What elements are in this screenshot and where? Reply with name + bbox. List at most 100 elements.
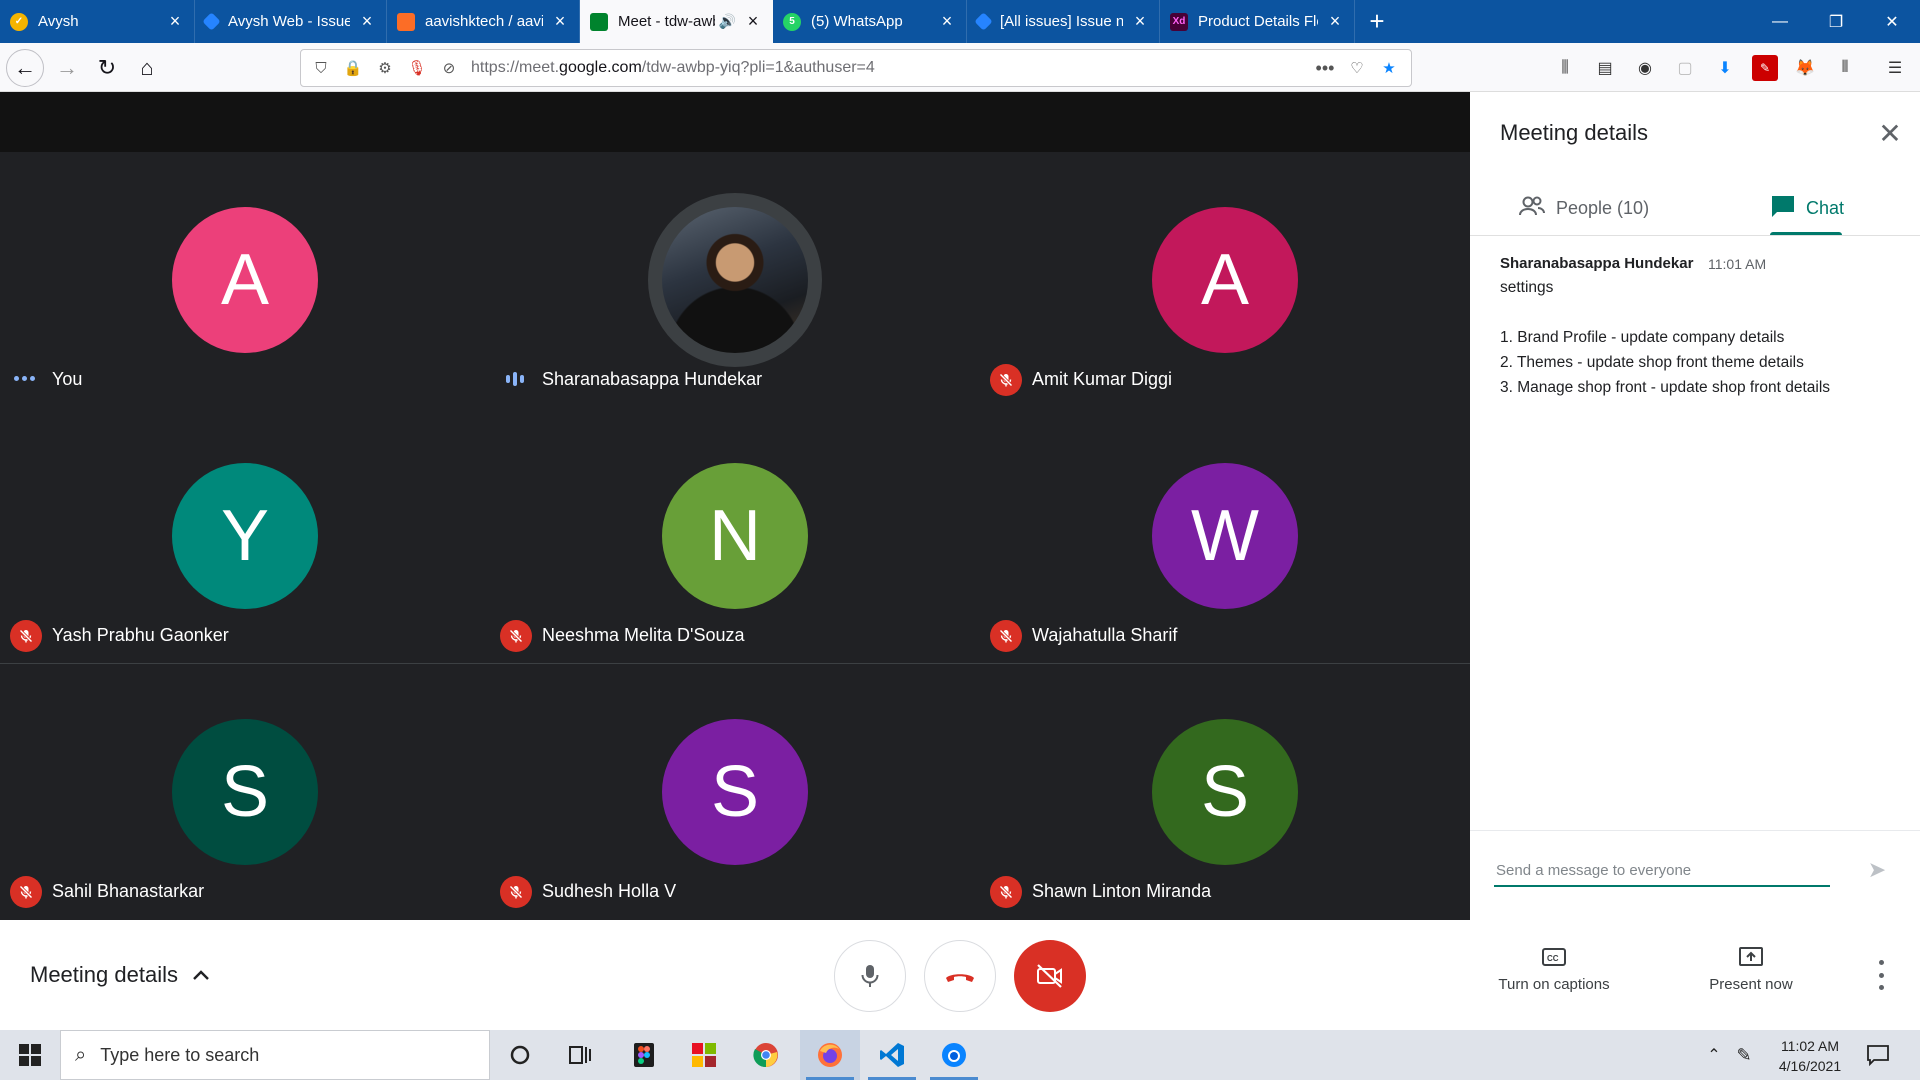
participant-name: Neeshma Melita D'Souza <box>542 625 745 645</box>
present-label: Present now <box>1709 976 1793 993</box>
url-bar[interactable]: ⛉ 🔒 ⚙ 🎙 ⊘ https://meet.google.com/tdw-aw… <box>300 49 1412 87</box>
participant-tile[interactable]: Y Yash Prabhu Gaonker <box>0 408 490 664</box>
panel-divider <box>1470 235 1920 236</box>
account-icon[interactable]: ◉ <box>1632 55 1658 81</box>
chat-message-input[interactable]: Send a message to everyone <box>1494 855 1830 887</box>
windows-start-button[interactable] <box>0 1030 60 1080</box>
meeting-details-label: Meeting details <box>30 962 178 987</box>
participant-tile[interactable]: A You <box>0 152 490 408</box>
participant-tile[interactable]: S Shawn Linton Miranda <box>980 664 1470 920</box>
bookmark-star-icon[interactable]: ★ <box>1377 56 1401 80</box>
chat-icon <box>1770 194 1796 223</box>
taskbar-clock[interactable]: 11:02 AM 4/16/2021 <box>1760 1036 1860 1076</box>
extension-icon[interactable]: ▢ <box>1672 55 1698 81</box>
download-icon[interactable]: ⬇ <box>1712 55 1738 81</box>
sidebar-icon[interactable]: ▤ <box>1592 55 1618 81</box>
tab-people[interactable]: People (10) <box>1518 188 1649 228</box>
pocket-icon[interactable]: ♡ <box>1345 56 1369 80</box>
leave-call-button[interactable] <box>924 940 996 1012</box>
close-icon[interactable]: × <box>166 11 184 31</box>
browser-tab-active[interactable]: Meet - tdw-awbp-yiq 🔊 × <box>580 0 773 43</box>
camera-off-button[interactable] <box>1014 940 1086 1012</box>
chrome-icon[interactable] <box>736 1030 796 1080</box>
participant-tile[interactable]: S Sudhesh Holla V <box>490 664 980 920</box>
browser-tab[interactable]: aavishktech / aavishk-ch × <box>387 0 580 43</box>
participant-name: Sharanabasappa Hundekar <box>542 369 763 389</box>
cortana-icon[interactable] <box>490 1030 550 1080</box>
extension-grid-icon[interactable]: ⦀ <box>1832 55 1858 81</box>
close-icon[interactable]: × <box>551 11 569 31</box>
tab-chat[interactable]: Chat <box>1770 188 1844 228</box>
firefox-icon[interactable] <box>800 1030 860 1080</box>
closed-captions-icon: CC <box>1542 948 1566 966</box>
participant-name: Sahil Bhanastarkar <box>52 881 205 901</box>
permissions-icon[interactable]: ⚙ <box>373 56 397 80</box>
pen-icon[interactable]: ✎ <box>1728 1045 1760 1066</box>
extension-red-icon[interactable]: ✎ <box>1752 55 1778 81</box>
mic-off-icon <box>990 620 1022 652</box>
meeting-details-button[interactable]: Meeting details <box>30 962 210 988</box>
google-meet-icon <box>590 12 608 31</box>
notification-center-icon[interactable] <box>1866 1030 1890 1080</box>
close-icon[interactable]: × <box>358 11 376 31</box>
firefox-dev-icon[interactable] <box>924 1030 984 1080</box>
close-panel-icon[interactable]: ✕ <box>1875 118 1905 149</box>
present-screen-icon <box>1739 947 1763 966</box>
tab-title: (5) WhatsApp <box>811 13 903 30</box>
close-window-button[interactable]: ✕ <box>1864 0 1920 43</box>
close-icon[interactable]: × <box>938 11 956 31</box>
mic-off-icon <box>10 876 42 908</box>
home-button[interactable]: ⌂ <box>128 49 166 87</box>
camera-blocked-icon[interactable]: ⊘ <box>437 56 461 80</box>
microphone-button[interactable] <box>834 940 906 1012</box>
page-actions-icon[interactable]: ••• <box>1313 56 1337 80</box>
browser-tab[interactable]: [All issues] Issue navigat × <box>967 0 1160 43</box>
vscode-icon[interactable] <box>862 1030 922 1080</box>
avatar: A <box>1152 207 1298 353</box>
participant-name: Amit Kumar Diggi <box>1032 369 1173 389</box>
meet-control-bar: Meeting details CC Turn on captions Pres… <box>0 920 1920 1030</box>
tab-title: Product Details Flow <box>1198 13 1318 30</box>
more-options-icon[interactable] <box>1868 960 1894 990</box>
avatar: A <box>172 207 318 353</box>
minimize-button[interactable]: — <box>1752 0 1808 43</box>
adobe-xd-icon: Xd <box>1170 12 1188 31</box>
browser-tab[interactable]: 5 (5) WhatsApp × <box>773 0 967 43</box>
captions-button[interactable]: CC Turn on captions <box>1474 946 1634 993</box>
app-tiles-icon[interactable] <box>674 1030 734 1080</box>
metamask-fox-icon[interactable]: 🦊 <box>1792 55 1818 81</box>
show-hidden-icons-icon[interactable]: ⌃ <box>1700 1045 1728 1065</box>
menu-hamburger-icon[interactable]: ☰ <box>1882 55 1908 81</box>
new-tab-button[interactable]: + <box>1355 0 1399 43</box>
figma-icon[interactable] <box>614 1030 674 1080</box>
participant-tile[interactable]: W Wajahatulla Sharif <box>980 408 1470 664</box>
browser-tab[interactable]: ✓ Avysh × <box>0 0 195 43</box>
url-domain: google.com <box>559 59 642 76</box>
microphone-icon[interactable]: 🎙 <box>405 56 429 80</box>
mic-off-icon <box>990 364 1022 396</box>
participant-tile[interactable]: S Sahil Bhanastarkar <box>0 664 490 920</box>
participant-name: You <box>52 369 83 389</box>
url-text[interactable]: https://meet.google.com/tdw-awbp-yiq?pli… <box>471 59 1305 77</box>
participant-tile[interactable]: A Amit Kumar Diggi <box>980 152 1470 408</box>
present-now-button[interactable]: Present now <box>1671 946 1831 993</box>
reload-button[interactable]: ↻ <box>88 49 126 87</box>
close-icon[interactable]: × <box>1131 11 1149 31</box>
back-button[interactable]: ← <box>6 49 44 87</box>
forward-button[interactable]: → <box>48 49 86 87</box>
browser-tab[interactable]: Xd Product Details Flow × <box>1160 0 1355 43</box>
lock-icon[interactable]: 🔒 <box>341 56 365 80</box>
participant-tile[interactable]: N Neeshma Melita D'Souza <box>490 408 980 664</box>
task-view-icon[interactable] <box>550 1030 610 1080</box>
speaker-icon[interactable]: 🔊 <box>719 13 736 30</box>
send-icon[interactable]: ➤ <box>1862 855 1892 885</box>
restore-button[interactable]: ❐ <box>1808 0 1864 43</box>
avatar: S <box>172 719 318 865</box>
library-icon[interactable]: ⫼ <box>1552 55 1578 81</box>
browser-tab[interactable]: Avysh Web - Issues - Jira × <box>195 0 387 43</box>
close-icon[interactable]: × <box>744 11 762 31</box>
taskbar-search[interactable]: ⌕ Type here to search <box>60 1030 490 1080</box>
participant-photo-avatar[interactable] <box>648 193 822 367</box>
close-icon[interactable]: × <box>1326 11 1344 31</box>
shield-icon[interactable]: ⛉ <box>309 56 333 80</box>
